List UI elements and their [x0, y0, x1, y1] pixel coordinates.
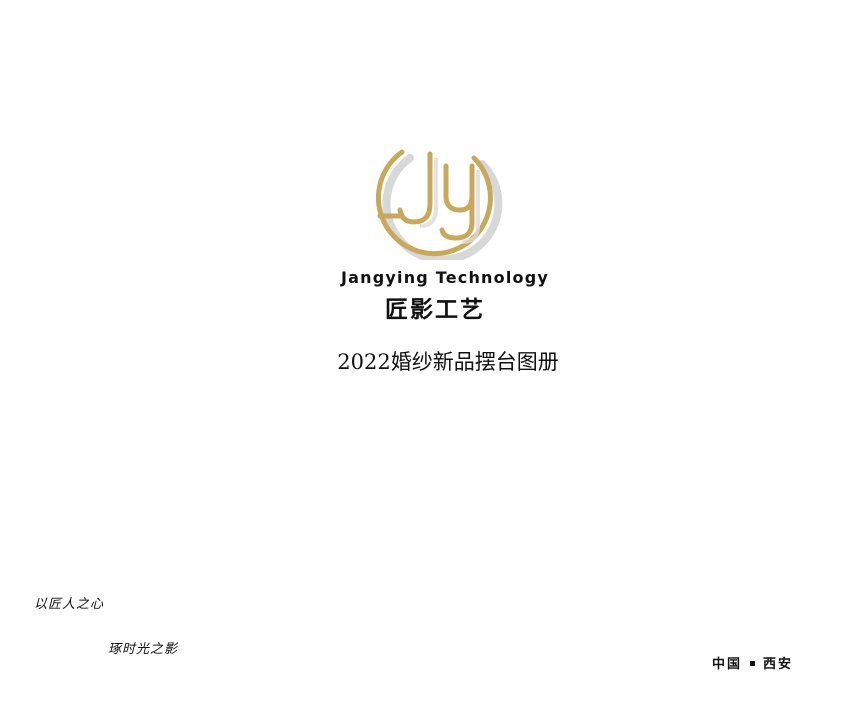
location-country: 中国 — [712, 657, 743, 672]
slogan-line-1: 以匠人之心 — [34, 597, 105, 612]
brand-name-english: Jangying Technology — [341, 268, 549, 287]
jy-monogram-logo-icon — [376, 149, 503, 260]
slogan-line-2: 琢时光之影 — [108, 642, 179, 657]
brand-name-chinese: 匠影工艺 — [385, 297, 485, 323]
location: 中国 西安 — [712, 653, 793, 672]
location-city: 西安 — [763, 657, 794, 672]
separator-dot-icon — [750, 661, 756, 666]
document-title: 2022婚纱新品摆台图册 — [337, 350, 559, 374]
